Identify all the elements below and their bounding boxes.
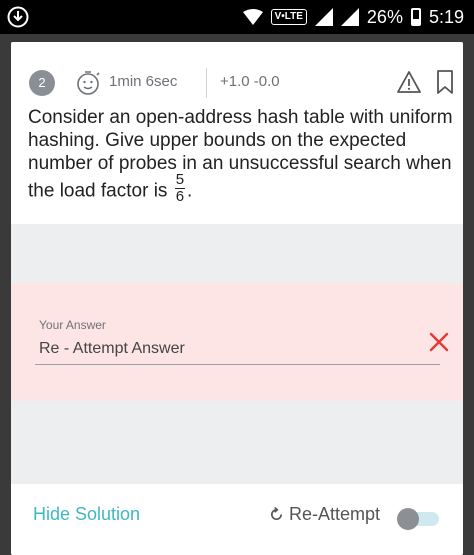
refresh-icon [271, 507, 283, 520]
battery-percent: 26% [366, 6, 403, 27]
hide-solution-button[interactable]: Hide Solution [33, 504, 140, 525]
answer-box: Your Answer Re - Attempt Answer [11, 283, 463, 401]
question-meta: 2 1min 6sec +1.0 -0.0 [29, 68, 453, 98]
bookmark-icon[interactable] [434, 69, 456, 95]
status-bar: V•LTE 26% 5:19 [0, 0, 474, 34]
reattempt-toggle[interactable] [397, 508, 439, 530]
report-warning-icon[interactable] [396, 69, 422, 95]
question-section: 2 1min 6sec +1.0 -0.0 Consider an open-a… [11, 42, 463, 224]
question-number-badge: 2 [29, 70, 55, 96]
fraction-denominator: 6 [175, 188, 185, 205]
download-icon [7, 6, 29, 28]
reattempt-button[interactable]: Re-Attempt [269, 504, 380, 525]
signal-icon [340, 8, 359, 26]
question-body: Consider an open-address hash table with… [28, 107, 453, 202]
reattempt-label: Re-Attempt [289, 504, 381, 524]
action-bar: Hide Solution Re-Attempt [11, 484, 463, 555]
marks: +1.0 -0.0 [220, 73, 280, 90]
answer-underline [35, 364, 440, 365]
question-end-punct: . [187, 180, 193, 202]
clock: 5:19 [428, 6, 464, 27]
fraction-numerator: 5 [174, 171, 186, 189]
question-card: 2 1min 6sec +1.0 -0.0 Consider an open-a… [11, 42, 463, 555]
toggle-knob [397, 508, 419, 530]
battery-icon [410, 8, 421, 26]
meta-divider [206, 68, 207, 98]
time-taken: 1min 6sec [109, 73, 178, 90]
wrong-answer-close-icon [429, 332, 449, 352]
question-text: Consider an open-address hash table with… [28, 106, 453, 208]
stopwatch-face-icon [77, 71, 100, 95]
wifi-icon [242, 9, 263, 25]
signal-icon [314, 8, 333, 26]
network-badge: V•LTE [270, 9, 307, 25]
answer-value: Re - Attempt Answer [39, 340, 185, 357]
answer-label: Your Answer [39, 318, 106, 332]
load-factor-fraction: 5 6 [174, 171, 186, 205]
